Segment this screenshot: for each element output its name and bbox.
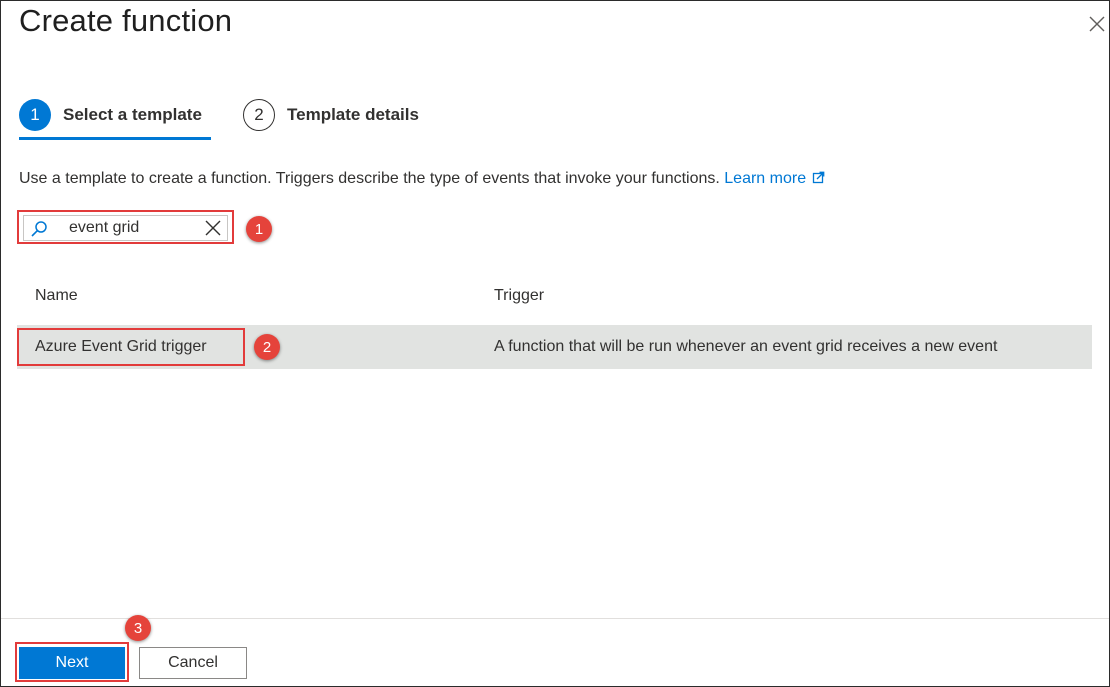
learn-more-link[interactable]: Learn more (724, 170, 825, 187)
column-header-name: Name (35, 287, 78, 304)
template-description: Use a template to create a function. Tri… (19, 170, 825, 189)
description-text: Use a template to create a function. Tri… (19, 170, 720, 187)
active-step-indicator (19, 137, 211, 140)
footer-divider (1, 618, 1109, 619)
annotation-badge-2: 2 (254, 334, 280, 360)
step-number: 1 (19, 99, 51, 131)
step-label: Template details (287, 105, 419, 124)
template-name: Azure Event Grid trigger (35, 338, 207, 355)
cancel-button[interactable]: Cancel (139, 647, 247, 679)
wizard-steps: 1 Select a template 2 Template details (19, 99, 519, 140)
create-function-panel: Create function 1 Select a template 2 Te… (0, 0, 1110, 687)
panel-title: Create function (19, 3, 233, 38)
clear-icon[interactable] (204, 219, 222, 242)
search-input[interactable] (69, 218, 189, 238)
step-number: 2 (243, 99, 275, 131)
next-button[interactable]: Next (19, 647, 125, 679)
external-link-icon (812, 171, 825, 189)
step-label: Select a template (63, 105, 202, 124)
search-icon (30, 220, 48, 243)
template-trigger-description: A function that will be run whenever an … (494, 338, 998, 355)
close-icon[interactable] (1086, 13, 1108, 35)
template-row[interactable]: Azure Event Grid trigger A function that… (17, 325, 1092, 369)
step-template-details[interactable]: 2 Template details (243, 99, 419, 131)
step-select-template[interactable]: 1 Select a template (19, 99, 202, 131)
annotation-badge-3: 3 (125, 615, 151, 641)
annotation-badge-1: 1 (246, 216, 272, 242)
template-search-box[interactable] (23, 215, 228, 241)
column-header-trigger: Trigger (494, 287, 545, 304)
